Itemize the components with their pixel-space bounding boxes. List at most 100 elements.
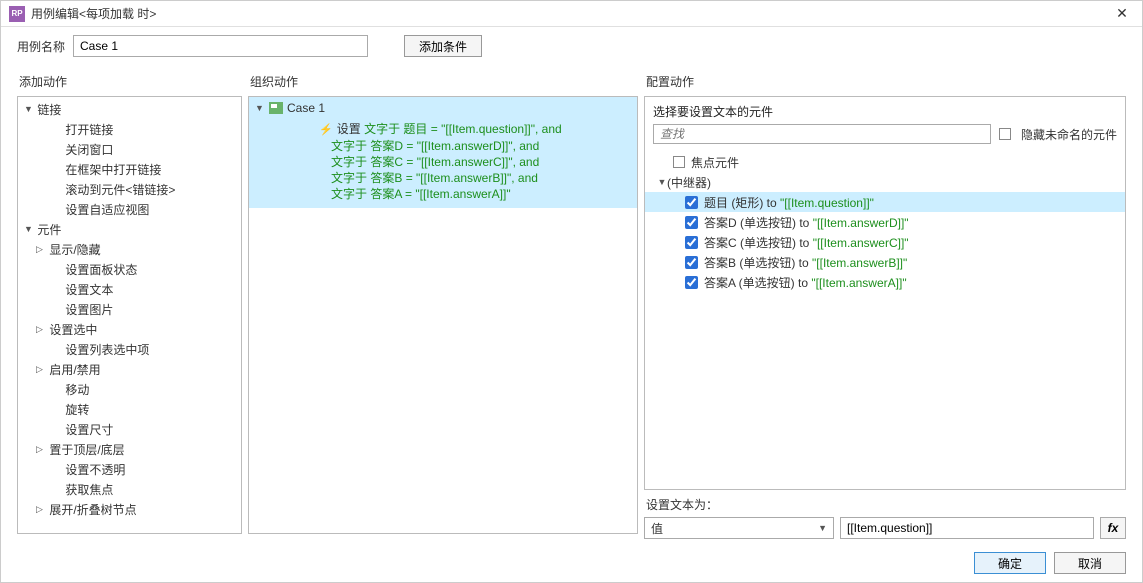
add-condition-button[interactable]: 添加条件 bbox=[404, 35, 482, 57]
chevron-right-icon bbox=[36, 324, 46, 335]
repeater-label: (中继器) bbox=[667, 174, 711, 191]
action-tree: 链接 打开链接 关闭窗口 在框架中打开链接 滚动到元件<错链接> 设置自适应视图… bbox=[18, 97, 241, 521]
focus-widget-row[interactable]: 焦点元件 bbox=[645, 152, 1125, 172]
tree-item-label: 设置图片 bbox=[65, 301, 113, 318]
tree-label: 链接 bbox=[37, 101, 61, 118]
expression-input[interactable] bbox=[840, 517, 1094, 539]
tree-item[interactable]: 显示/隐藏 bbox=[18, 239, 241, 259]
widget-icon bbox=[269, 102, 283, 114]
case-label: Case 1 bbox=[287, 101, 325, 115]
tree-item[interactable]: 打开链接 bbox=[18, 119, 241, 139]
set-text-label-row: 设置文本为： bbox=[644, 490, 1126, 517]
app-icon: RP bbox=[9, 6, 25, 22]
chevron-right-icon bbox=[36, 244, 46, 255]
workarea: 添加动作 链接 打开链接 关闭窗口 在框架中打开链接 滚动到元件<错链接> 设置… bbox=[1, 69, 1142, 539]
tree-item[interactable]: 设置列表选中项 bbox=[18, 339, 241, 359]
tree-item-label: 设置不透明 bbox=[65, 461, 125, 478]
tree-item[interactable]: 获取焦点 bbox=[18, 479, 241, 499]
search-input[interactable] bbox=[653, 124, 991, 144]
case-name-label: 用例名称 bbox=[17, 38, 65, 55]
chevron-down-icon: ▼ bbox=[657, 177, 667, 187]
repeater-row[interactable]: ▼ (中继器) bbox=[645, 172, 1125, 192]
value-option-label: 值 bbox=[651, 520, 663, 537]
tree-item[interactable]: 展开/折叠树节点 bbox=[18, 499, 241, 519]
tree-item[interactable]: 旋转 bbox=[18, 399, 241, 419]
fx-button[interactable]: fx bbox=[1100, 517, 1126, 539]
tree-group-widgets[interactable]: 元件 bbox=[18, 219, 241, 239]
titlebar: RP 用例编辑<每项加载 时> ✕ bbox=[1, 1, 1142, 27]
tree-item[interactable]: 在框架中打开链接 bbox=[18, 159, 241, 179]
tree-item[interactable]: 设置文本 bbox=[18, 279, 241, 299]
tree-item[interactable]: 设置图片 bbox=[18, 299, 241, 319]
add-action-panel: 链接 打开链接 关闭窗口 在框架中打开链接 滚动到元件<错链接> 设置自适应视图… bbox=[17, 96, 242, 534]
action-line: ⚡设置 文字于 题目 = "[[Item.question]]", and bbox=[255, 121, 631, 138]
topbar: 用例名称 添加条件 bbox=[1, 27, 1142, 69]
tree-item-label: 展开/折叠树节点 bbox=[49, 501, 136, 518]
widget-item-label: 题目 (矩形) to "[[Item.question]]" bbox=[704, 194, 874, 211]
focus-widget-label: 焦点元件 bbox=[691, 154, 739, 171]
widget-item-label: 答案A (单选按钮) to "[[Item.answerA]]" bbox=[704, 274, 907, 291]
hide-unnamed-option[interactable]: 隐藏未命名的元件 bbox=[999, 126, 1117, 143]
tree-item-label: 在框架中打开链接 bbox=[65, 161, 161, 178]
tree-item[interactable]: 置于顶层/底层 bbox=[18, 439, 241, 459]
tree-item[interactable]: 关闭窗口 bbox=[18, 139, 241, 159]
configure-action-panel: 选择要设置文本的元件 隐藏未命名的元件 焦点元件 ▼ (中继器) 题目 (矩形)… bbox=[644, 96, 1126, 490]
tree-item-label: 设置列表选中项 bbox=[65, 341, 149, 358]
window-title: 用例编辑<每项加载 时> bbox=[31, 5, 1110, 22]
widget-item-row[interactable]: 答案C (单选按钮) to "[[Item.answerC]]" bbox=[645, 232, 1125, 252]
tree-item[interactable]: 设置自适应视图 bbox=[18, 199, 241, 219]
tree-item-label: 置于顶层/底层 bbox=[49, 441, 124, 458]
tree-item-label: 设置尺寸 bbox=[65, 421, 113, 438]
checkbox[interactable] bbox=[685, 276, 698, 289]
tree-item[interactable]: 移动 bbox=[18, 379, 241, 399]
tree-item[interactable]: 设置不透明 bbox=[18, 459, 241, 479]
checkbox[interactable] bbox=[685, 256, 698, 269]
chevron-down-icon bbox=[24, 104, 34, 114]
tree-label: 元件 bbox=[37, 221, 61, 238]
checkbox[interactable] bbox=[685, 216, 698, 229]
configure-action-col: 配置动作 选择要设置文本的元件 隐藏未命名的元件 焦点元件 ▼ (中继器) bbox=[644, 69, 1126, 539]
organize-action-header: 组织动作 bbox=[248, 69, 638, 96]
tree-item[interactable]: 设置尺寸 bbox=[18, 419, 241, 439]
close-icon[interactable]: ✕ bbox=[1110, 5, 1134, 22]
footer: 确定 取消 bbox=[974, 552, 1126, 574]
case-body[interactable]: ⚡设置 文字于 题目 = "[[Item.question]]", and 文字… bbox=[249, 119, 637, 208]
widget-item-label: 答案D (单选按钮) to "[[Item.answerD]]" bbox=[704, 214, 909, 231]
widget-item-label: 答案C (单选按钮) to "[[Item.answerC]]" bbox=[704, 234, 909, 251]
chevron-right-icon bbox=[36, 504, 46, 515]
cancel-button[interactable]: 取消 bbox=[1054, 552, 1126, 574]
tree-item-label: 获取焦点 bbox=[65, 481, 113, 498]
checkbox[interactable] bbox=[685, 236, 698, 249]
checkbox[interactable] bbox=[685, 196, 698, 209]
tree-item[interactable]: 启用/禁用 bbox=[18, 359, 241, 379]
tree-group-links[interactable]: 链接 bbox=[18, 99, 241, 119]
tree-item-label: 关闭窗口 bbox=[65, 141, 113, 158]
action-line: 文字于 答案D = "[[Item.answerD]]", and bbox=[255, 138, 631, 154]
hide-unnamed-label: 隐藏未命名的元件 bbox=[1021, 126, 1117, 143]
case-row[interactable]: Case 1 bbox=[249, 97, 637, 119]
tree-item[interactable]: 滚动到元件<错链接> bbox=[18, 179, 241, 199]
widget-item-row[interactable]: 答案D (单选按钮) to "[[Item.answerD]]" bbox=[645, 212, 1125, 232]
widget-tree: 焦点元件 ▼ (中继器) 题目 (矩形) to "[[Item.question… bbox=[645, 150, 1125, 489]
case-name-input[interactable] bbox=[73, 35, 368, 57]
tree-item[interactable]: 设置面板状态 bbox=[18, 259, 241, 279]
action-line: 文字于 答案C = "[[Item.answerC]]", and bbox=[255, 154, 631, 170]
tree-item-label: 显示/隐藏 bbox=[49, 241, 100, 258]
set-text-label: 设置文本为： bbox=[646, 496, 718, 513]
tree-item-label: 设置选中 bbox=[49, 321, 97, 338]
checkbox-icon[interactable] bbox=[999, 128, 1011, 140]
tree-item[interactable]: 设置选中 bbox=[18, 319, 241, 339]
chevron-down-icon: ▼ bbox=[818, 523, 827, 533]
tree-item-label: 打开链接 bbox=[65, 121, 113, 138]
ok-button[interactable]: 确定 bbox=[974, 552, 1046, 574]
widget-item-row[interactable]: 答案B (单选按钮) to "[[Item.answerB]]" bbox=[645, 252, 1125, 272]
widget-item-row[interactable]: 答案A (单选按钮) to "[[Item.answerA]]" bbox=[645, 272, 1125, 292]
checkbox-icon[interactable] bbox=[673, 156, 685, 168]
select-widget-header: 选择要设置文本的元件 bbox=[645, 97, 1125, 124]
value-type-dropdown[interactable]: 值 ▼ bbox=[644, 517, 834, 539]
widget-item-row[interactable]: 题目 (矩形) to "[[Item.question]]" bbox=[645, 192, 1125, 212]
chevron-down-icon bbox=[24, 224, 34, 234]
widget-item-label: 答案B (单选按钮) to "[[Item.answerB]]" bbox=[704, 254, 907, 271]
search-row: 隐藏未命名的元件 bbox=[645, 124, 1125, 150]
tree-item-label: 移动 bbox=[65, 381, 89, 398]
